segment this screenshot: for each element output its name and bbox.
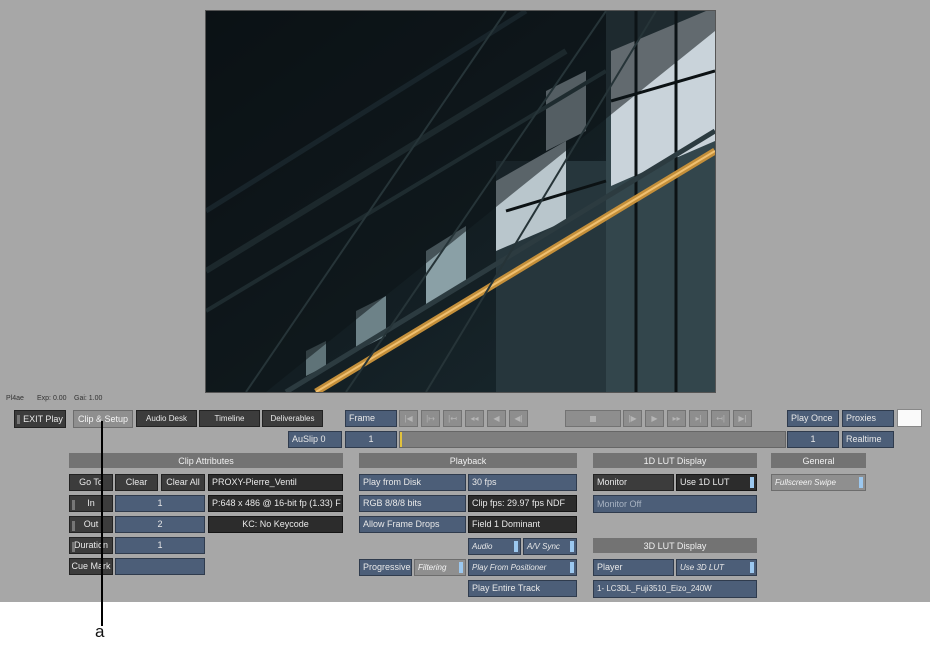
- realtime-button[interactable]: Realtime: [842, 431, 894, 448]
- callout-label: a: [95, 622, 105, 641]
- next-out-button[interactable]: ▸|: [689, 410, 708, 427]
- out-point-field[interactable]: 2: [115, 516, 205, 533]
- monitor-off-field[interactable]: Monitor Off: [593, 495, 757, 513]
- playback-header: Playback: [359, 453, 577, 468]
- progressive-button[interactable]: Progressive: [359, 559, 412, 576]
- out-button[interactable]: Out: [69, 516, 113, 533]
- go-to-end-button[interactable]: ▶|: [733, 410, 752, 427]
- play-button[interactable]: ▶: [645, 410, 664, 427]
- previous-mark-button[interactable]: |↦: [421, 410, 440, 427]
- cue-mark-field[interactable]: [115, 558, 205, 575]
- play-reverse-button[interactable]: ◀: [487, 410, 506, 427]
- play-once-button[interactable]: Play Once: [787, 410, 839, 427]
- callout-line: [101, 421, 103, 626]
- audio-toggle[interactable]: Audio: [468, 538, 521, 555]
- fps-button[interactable]: 30 fps: [468, 474, 577, 491]
- clear-button[interactable]: Clear: [115, 474, 158, 491]
- current-frame-field[interactable]: 1: [345, 431, 397, 448]
- out-label: Out: [83, 519, 99, 529]
- rgb-bits-button[interactable]: RGB 8/8/8 bits: [359, 495, 466, 512]
- step-back-button[interactable]: ◀|: [509, 410, 528, 427]
- timeline-tab[interactable]: Timeline: [199, 410, 260, 427]
- lut3d-header: 3D LUT Display: [593, 538, 757, 553]
- fullscreen-swipe-toggle[interactable]: Fullscreen Swipe: [771, 474, 866, 491]
- proxies-button[interactable]: Proxies: [842, 410, 894, 427]
- clip-attributes-header: Clip Attributes: [69, 453, 343, 468]
- go-to-button[interactable]: Go To: [69, 474, 113, 491]
- indicator-lamp: [72, 542, 75, 552]
- previous-in-button[interactable]: |↤: [443, 410, 462, 427]
- playhead[interactable]: [400, 432, 402, 447]
- duration-button[interactable]: Duration: [69, 537, 113, 554]
- fast-forward-button[interactable]: ▸▸: [667, 410, 686, 427]
- industrial-interior-image: [206, 11, 715, 392]
- view-label: Pl4ae: [6, 395, 24, 402]
- next-mark-button[interactable]: ↤|: [711, 410, 730, 427]
- clip-format-field: P:648 x 486 @ 16-bit fp (1.33) F: [208, 495, 343, 512]
- timeline-scrub-bar[interactable]: [399, 431, 786, 448]
- go-to-start-button[interactable]: |◀: [399, 410, 418, 427]
- rewind-button[interactable]: ◂◂: [465, 410, 484, 427]
- step-forward-button[interactable]: |▶: [623, 410, 642, 427]
- cue-mark-button[interactable]: Cue Mark: [69, 558, 113, 575]
- deliverables-tab[interactable]: Deliverables: [262, 410, 323, 427]
- keycode-field: KC: No Keycode: [208, 516, 343, 533]
- lut3d-player-button[interactable]: Player: [593, 559, 674, 576]
- exit-play-button[interactable]: EXIT Play: [14, 410, 66, 428]
- use-1d-lut-toggle[interactable]: Use 1D LUT: [676, 474, 757, 491]
- in-point-field[interactable]: 1: [115, 495, 205, 512]
- player-app: Pl4ae Exp: 0.00 Gai: 1.00 EXIT Play Clip…: [0, 0, 930, 602]
- clip-name-field[interactable]: PROXY-Pierre_Ventil: [208, 474, 343, 491]
- clip-fps-field: Clip fps: 29.97 fps NDF: [468, 495, 577, 512]
- av-sync-toggle[interactable]: A/V Sync: [523, 538, 577, 555]
- general-header: General: [771, 453, 866, 468]
- stop-button[interactable]: [565, 410, 621, 427]
- allow-frame-drops-button[interactable]: Allow Frame Drops: [359, 516, 466, 533]
- end-frame-field[interactable]: 1: [787, 431, 839, 448]
- exposure-readout: Exp: 0.00: [37, 395, 67, 402]
- lut1d-monitor-button[interactable]: Monitor: [593, 474, 674, 491]
- stop-icon: [590, 415, 596, 422]
- clip-setup-tab[interactable]: Clip & Setup: [73, 410, 133, 428]
- frame-mode-button[interactable]: Frame: [345, 410, 397, 427]
- audio-desk-tab[interactable]: Audio Desk: [136, 410, 197, 427]
- play-entire-track-button[interactable]: Play Entire Track: [468, 580, 577, 597]
- filtering-toggle[interactable]: Filtering: [414, 559, 466, 576]
- duration-field[interactable]: 1: [115, 537, 205, 554]
- color-swatch[interactable]: [897, 409, 922, 427]
- indicator-lamp: [72, 500, 75, 510]
- indicator-lamp: [72, 521, 75, 531]
- in-label: In: [87, 498, 95, 508]
- play-from-disk-button[interactable]: Play from Disk: [359, 474, 466, 491]
- clear-all-button[interactable]: Clear All: [161, 474, 205, 491]
- gain-readout: Gai: 1.00: [74, 395, 103, 402]
- in-button[interactable]: In: [69, 495, 113, 512]
- exit-play-label: EXIT Play: [23, 413, 63, 424]
- lut3d-file-field[interactable]: 1- LC3DL_Fuji3510_Eizo_240W: [593, 580, 757, 598]
- auslip-field[interactable]: AuSlip 0: [288, 431, 342, 448]
- indicator-lamp: [17, 414, 21, 424]
- field-dominance-field: Field 1 Dominant: [468, 516, 577, 533]
- image-viewer: [205, 10, 716, 393]
- use-3d-lut-toggle[interactable]: Use 3D LUT: [676, 559, 757, 576]
- lut1d-header: 1D LUT Display: [593, 453, 757, 468]
- play-from-positioner-toggle[interactable]: Play From Positioner: [468, 559, 577, 576]
